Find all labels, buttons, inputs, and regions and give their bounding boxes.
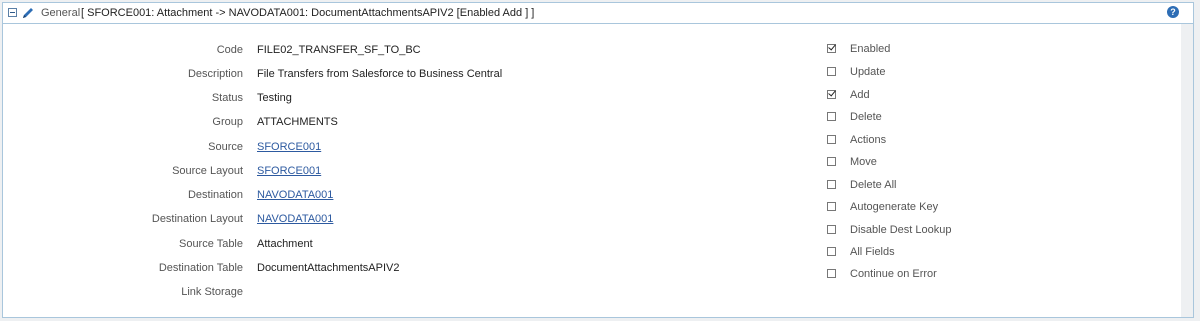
field-value: DocumentAttachmentsAPIV2 — [257, 262, 400, 274]
option-label: Update — [850, 66, 886, 78]
help-icon[interactable]: ? — [1167, 6, 1179, 18]
delete-checkbox[interactable] — [827, 112, 836, 121]
delete-all-checkbox[interactable] — [827, 180, 836, 189]
destination-link[interactable]: NAVODATA001 — [257, 189, 333, 201]
option-label: Delete — [850, 111, 882, 123]
field-label: Source — [208, 141, 243, 153]
enabled-checkbox[interactable] — [827, 44, 836, 53]
option-label: Move — [850, 156, 877, 168]
field-label: Group — [212, 116, 243, 128]
field-label: Link Storage — [181, 286, 243, 298]
option-label: Enabled — [850, 43, 891, 55]
panel-header: General [ SFORCE001: Attachment -> NAVOD… — [3, 3, 1193, 24]
field-value: File Transfers from Salesforce to Busine… — [257, 68, 503, 80]
option-label: Disable Dest Lookup — [850, 224, 952, 236]
panel-side-strip — [1181, 24, 1193, 317]
field-label: Status — [211, 92, 243, 104]
update-checkbox[interactable] — [827, 67, 836, 76]
option-label: Actions — [850, 134, 887, 146]
destination-layout-link[interactable]: NAVODATA001 — [257, 213, 333, 225]
option-label: Add — [850, 89, 870, 101]
option-label: All Fields — [850, 246, 895, 258]
field-label: Code — [216, 44, 243, 56]
autogenerate-key-checkbox[interactable] — [827, 202, 836, 211]
field-value: Attachment — [257, 238, 313, 250]
all-fields-checkbox[interactable] — [827, 247, 836, 256]
field-label: Destination Table — [158, 262, 243, 274]
add-checkbox[interactable] — [827, 90, 836, 99]
field-value: Testing — [257, 92, 292, 104]
field-value: FILE02_TRANSFER_SF_TO_BC — [257, 44, 421, 56]
source-layout-link[interactable]: SFORCE001 — [257, 165, 321, 177]
collapse-icon[interactable] — [8, 8, 17, 17]
option-label: Delete All — [850, 179, 897, 191]
field-label: Destination Layout — [151, 213, 243, 225]
general-panel: General [ SFORCE001: Attachment -> NAVOD… — [2, 2, 1194, 318]
field-label: Source Table — [178, 238, 243, 250]
pencil-icon[interactable] — [21, 6, 35, 20]
option-label: Autogenerate Key — [850, 201, 939, 213]
panel-title: [ SFORCE001: Attachment -> NAVODATA001: … — [81, 7, 535, 19]
field-label: Destination — [187, 189, 243, 201]
source-link[interactable]: SFORCE001 — [257, 141, 321, 153]
section-label: General — [41, 7, 81, 19]
move-checkbox[interactable] — [827, 157, 836, 166]
disable-dest-lookup-checkbox[interactable] — [827, 225, 836, 234]
field-label: Source Layout — [172, 165, 243, 177]
option-label: Continue on Error — [850, 268, 937, 280]
actions-checkbox[interactable] — [827, 135, 836, 144]
field-label: Description — [187, 68, 243, 80]
field-value: ATTACHMENTS — [257, 116, 338, 128]
continue-on-error-checkbox[interactable] — [827, 269, 836, 278]
